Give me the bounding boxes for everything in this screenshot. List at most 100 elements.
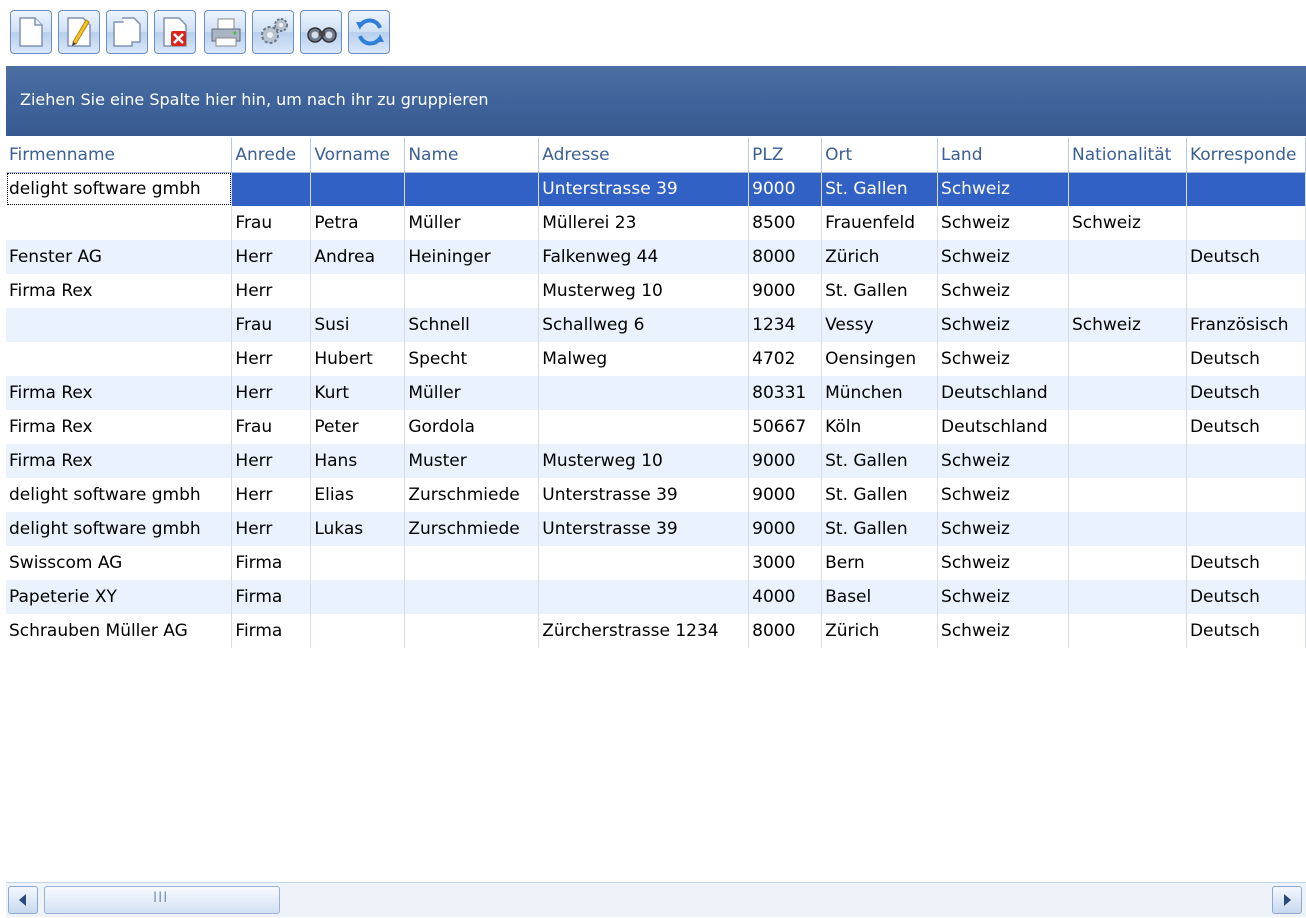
cell-korrespondenz[interactable]: [1186, 172, 1305, 206]
cell-ort[interactable]: St. Gallen: [822, 274, 938, 308]
cell-land[interactable]: Deutschland: [938, 376, 1069, 410]
cell-plz[interactable]: 9000: [749, 444, 822, 478]
cell-adresse[interactable]: Unterstrasse 39: [539, 478, 749, 512]
cell-name[interactable]: Heininger: [405, 240, 539, 274]
cell-name[interactable]: Specht: [405, 342, 539, 376]
cell-ort[interactable]: Köln: [822, 410, 938, 444]
cell-plz[interactable]: 9000: [749, 172, 822, 206]
cell-land[interactable]: Schweiz: [938, 444, 1069, 478]
cell-firmenname[interactable]: delight software gmbh: [6, 172, 232, 206]
cell-nationalitaet[interactable]: [1068, 172, 1186, 206]
cell-nationalitaet[interactable]: [1068, 376, 1186, 410]
table-row[interactable]: Papeterie XY Firma 4000 Basel Schweiz Deutsch: [6, 580, 1306, 614]
cell-anrede[interactable]: Firma: [232, 614, 311, 648]
cell-anrede[interactable]: [232, 172, 311, 206]
cell-name[interactable]: Muster: [405, 444, 539, 478]
cell-adresse[interactable]: [539, 376, 749, 410]
cell-firmenname[interactable]: Schrauben Müller AG: [6, 614, 232, 648]
cell-plz[interactable]: 80331: [749, 376, 822, 410]
cell-adresse[interactable]: [539, 546, 749, 580]
new-button[interactable]: [10, 10, 52, 54]
cell-anrede[interactable]: Firma: [232, 580, 311, 614]
cell-nationalitaet[interactable]: [1068, 410, 1186, 444]
cell-anrede[interactable]: Herr: [232, 376, 311, 410]
cell-anrede[interactable]: Herr: [232, 240, 311, 274]
cell-nationalitaet[interactable]: [1068, 240, 1186, 274]
cell-adresse[interactable]: Musterweg 10: [539, 444, 749, 478]
scroll-right-button[interactable]: [1272, 886, 1302, 914]
refresh-button[interactable]: [348, 10, 390, 54]
cell-nationalitaet[interactable]: [1068, 580, 1186, 614]
cell-adresse[interactable]: Schallweg 6: [539, 308, 749, 342]
delete-button[interactable]: [154, 10, 196, 54]
cell-vorname[interactable]: Peter: [311, 410, 405, 444]
column-header-firmenname[interactable]: Firmenname: [6, 138, 232, 172]
cell-adresse[interactable]: Musterweg 10: [539, 274, 749, 308]
cell-plz[interactable]: 3000: [749, 546, 822, 580]
cell-firmenname[interactable]: Papeterie XY: [6, 580, 232, 614]
cell-firmenname[interactable]: [6, 342, 232, 376]
cell-land[interactable]: Schweiz: [938, 172, 1069, 206]
cell-anrede[interactable]: Frau: [232, 206, 311, 240]
cell-plz[interactable]: 4702: [749, 342, 822, 376]
copy-button[interactable]: [106, 10, 148, 54]
table-row[interactable]: delight software gmbh Herr Lukas Zurschmied…: [6, 512, 1306, 546]
cell-korrespondenz[interactable]: Französisch: [1186, 308, 1305, 342]
cell-plz[interactable]: 8500: [749, 206, 822, 240]
print-button[interactable]: [204, 10, 246, 54]
cell-korrespondenz[interactable]: Deutsch: [1186, 342, 1305, 376]
cell-vorname[interactable]: [311, 580, 405, 614]
scroll-left-button[interactable]: [8, 886, 38, 914]
group-by-panel[interactable]: Ziehen Sie eine Spalte hier hin, um nach…: [6, 66, 1306, 136]
cell-anrede[interactable]: Herr: [232, 478, 311, 512]
cell-ort[interactable]: St. Gallen: [822, 512, 938, 546]
cell-vorname[interactable]: Andrea: [311, 240, 405, 274]
cell-nationalitaet[interactable]: [1068, 478, 1186, 512]
cell-adresse[interactable]: Unterstrasse 39: [539, 512, 749, 546]
cell-land[interactable]: Schweiz: [938, 478, 1069, 512]
scrollbar-thumb[interactable]: III: [44, 886, 280, 914]
table-row[interactable]: Schrauben Müller AG Firma Zürcherstrasse 1…: [6, 614, 1306, 648]
cell-nationalitaet[interactable]: [1068, 512, 1186, 546]
cell-vorname[interactable]: Petra: [311, 206, 405, 240]
cell-firmenname[interactable]: [6, 206, 232, 240]
table-row[interactable]: Frau Petra Müller Müllerei 23 8500 Frauenfeld…: [6, 206, 1306, 240]
column-header-nationalitaet[interactable]: Nationalität: [1068, 138, 1186, 172]
cell-name[interactable]: [405, 580, 539, 614]
cell-vorname[interactable]: [311, 614, 405, 648]
cell-nationalitaet[interactable]: [1068, 614, 1186, 648]
cell-adresse[interactable]: Unterstrasse 39: [539, 172, 749, 206]
cell-nationalitaet[interactable]: [1068, 274, 1186, 308]
cell-korrespondenz[interactable]: [1186, 444, 1305, 478]
column-header-anrede[interactable]: Anrede: [232, 138, 311, 172]
cell-firmenname[interactable]: [6, 308, 232, 342]
table-row[interactable]: Firma Rex Herr Hans Muster Musterweg 10 9000 S…: [6, 444, 1306, 478]
cell-adresse[interactable]: Falkenweg 44: [539, 240, 749, 274]
table-row[interactable]: Firma Rex Frau Peter Gordola 50667 Köln Deutsc…: [6, 410, 1306, 444]
cell-adresse[interactable]: Malweg: [539, 342, 749, 376]
column-header-korrespondenz[interactable]: Korresponde: [1186, 138, 1305, 172]
cell-firmenname[interactable]: Swisscom AG: [6, 546, 232, 580]
cell-land[interactable]: Schweiz: [938, 614, 1069, 648]
cell-vorname[interactable]: Kurt: [311, 376, 405, 410]
cell-korrespondenz[interactable]: Deutsch: [1186, 546, 1305, 580]
table-row[interactable]: Fenster AG Herr Andrea Heininger Falkenweg 4…: [6, 240, 1306, 274]
table-row[interactable]: Herr Hubert Specht Malweg 4702 Oensingen Schwe…: [6, 342, 1306, 376]
cell-vorname[interactable]: Hans: [311, 444, 405, 478]
horizontal-scrollbar[interactable]: III: [6, 882, 1306, 917]
cell-nationalitaet[interactable]: Schweiz: [1068, 206, 1186, 240]
column-header-name[interactable]: Name: [405, 138, 539, 172]
cell-nationalitaet[interactable]: Schweiz: [1068, 308, 1186, 342]
cell-ort[interactable]: Bern: [822, 546, 938, 580]
cell-vorname[interactable]: Susi: [311, 308, 405, 342]
cell-firmenname[interactable]: Firma Rex: [6, 376, 232, 410]
table-row[interactable]: Firma Rex Herr Musterweg 10 9000 St. Gallen S…: [6, 274, 1306, 308]
cell-vorname[interactable]: Lukas: [311, 512, 405, 546]
cell-adresse[interactable]: [539, 580, 749, 614]
cell-vorname[interactable]: [311, 172, 405, 206]
cell-land[interactable]: Schweiz: [938, 240, 1069, 274]
cell-korrespondenz[interactable]: Deutsch: [1186, 376, 1305, 410]
search-button[interactable]: [300, 10, 342, 54]
cell-anrede[interactable]: Herr: [232, 512, 311, 546]
cell-plz[interactable]: 9000: [749, 512, 822, 546]
